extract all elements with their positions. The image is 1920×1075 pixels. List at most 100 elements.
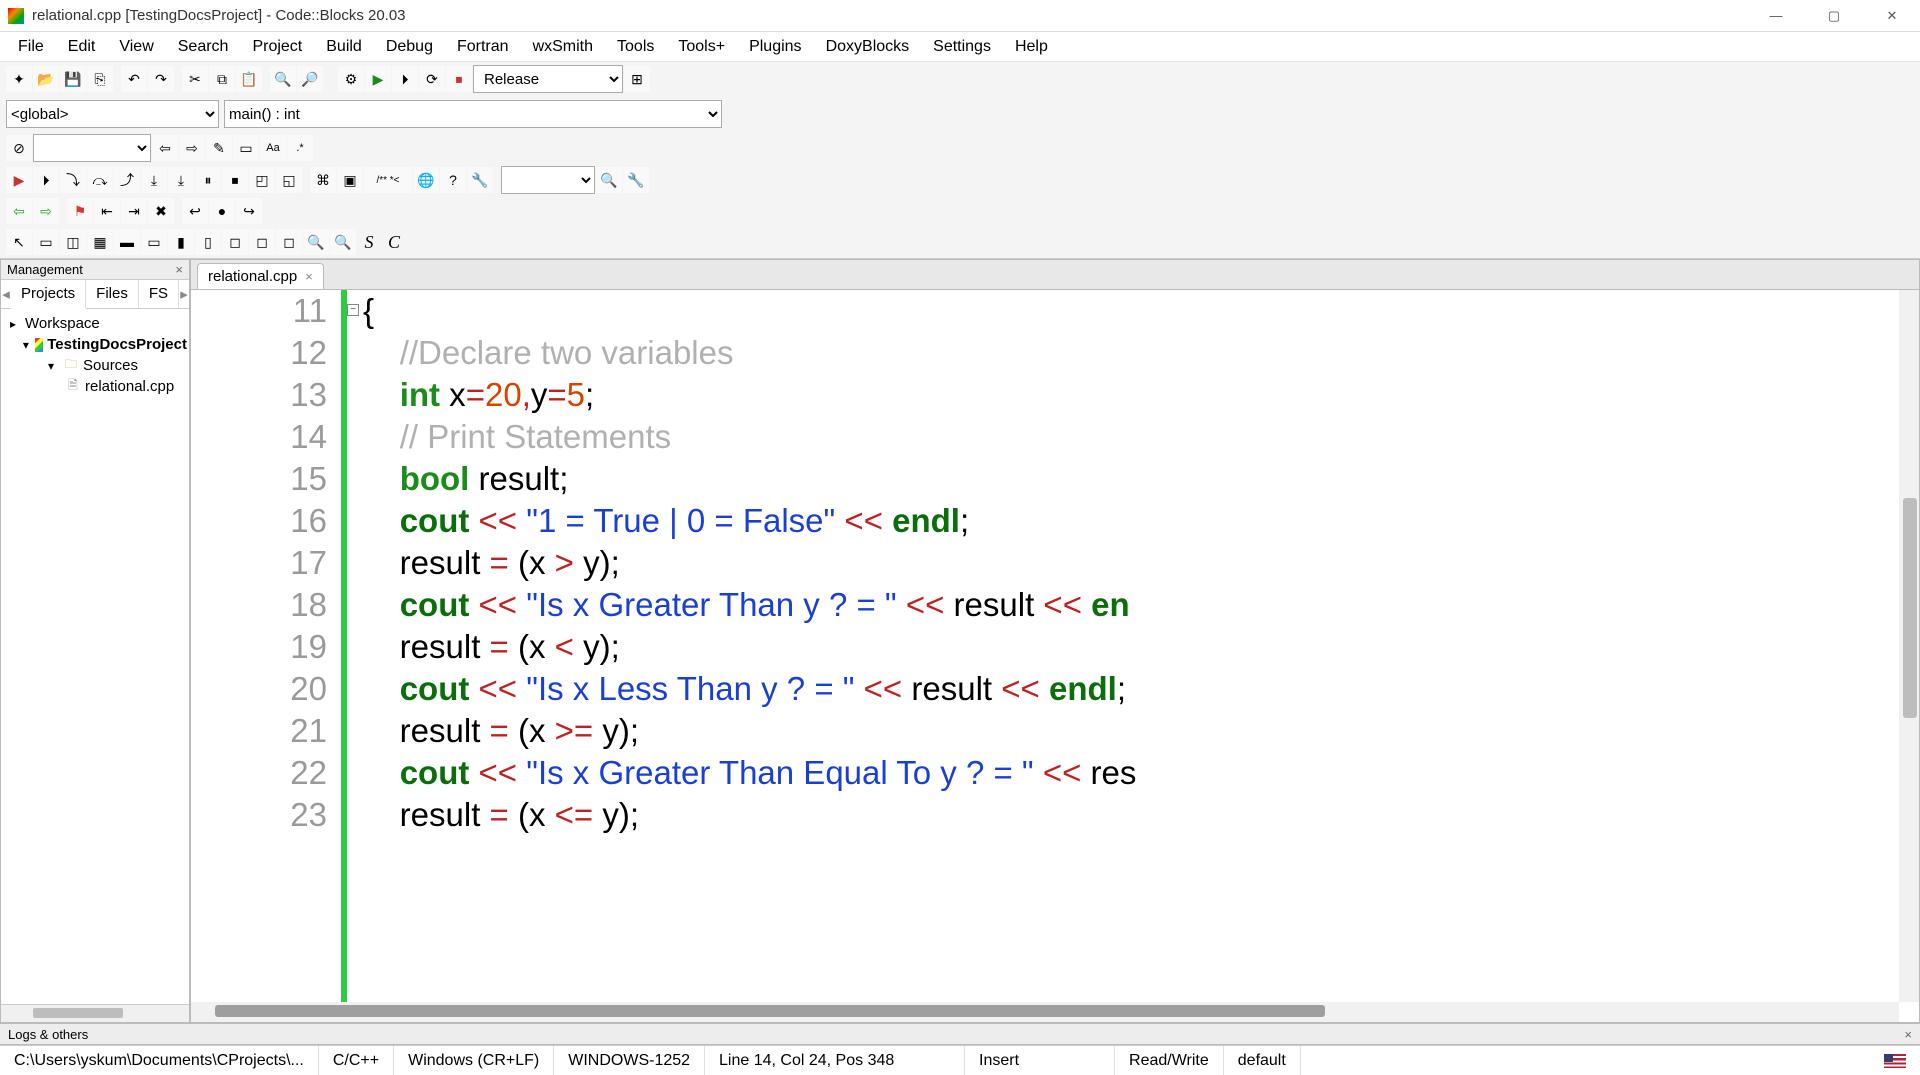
redo-button[interactable]: ↷ — [148, 66, 174, 92]
management-close-icon[interactable]: × — [175, 262, 183, 277]
menu-view[interactable]: View — [107, 35, 165, 59]
tree-workspace[interactable]: ▸ Workspace — [3, 313, 187, 334]
build-button[interactable]: ⚙ — [338, 66, 364, 92]
build-target-select[interactable]: Release — [473, 65, 623, 93]
code-letter-icon[interactable]: C — [382, 230, 406, 254]
menu-edit[interactable]: Edit — [56, 35, 108, 59]
stop-debug-button[interactable]: ⏹ — [222, 167, 248, 193]
menu-project[interactable]: Project — [240, 35, 314, 59]
save-button[interactable]: 💾 — [60, 66, 86, 92]
logs-panel-header[interactable]: Logs & others × — [0, 1023, 1920, 1045]
browse-back-button[interactable]: ↩ — [182, 198, 208, 224]
menu-search[interactable]: Search — [166, 35, 241, 59]
scope-select[interactable]: <global> — [6, 100, 219, 128]
sizer-3-button[interactable]: ▮ — [168, 229, 194, 255]
doxy-help-button[interactable]: ? — [440, 167, 466, 193]
horizontal-scrollbar[interactable] — [191, 1002, 1899, 1022]
run-button[interactable]: ▶ — [365, 66, 391, 92]
mgmt-hscrollbar[interactable] — [1, 1004, 189, 1022]
menu-wxsmith[interactable]: wxSmith — [521, 35, 605, 59]
select-mode-button[interactable]: ▭ — [233, 135, 259, 161]
sizer-2-button[interactable]: ▭ — [141, 229, 167, 255]
clear-search-button[interactable]: ⊘ — [6, 135, 32, 161]
replace-button[interactable]: 🔎 — [297, 66, 323, 92]
sizer-1-button[interactable]: ▬ — [114, 229, 140, 255]
highlight-button[interactable]: ✎ — [206, 135, 232, 161]
regex-button[interactable]: .* — [287, 135, 313, 161]
step-into-button[interactable]: ⤵ — [60, 167, 86, 193]
source-letter-icon[interactable]: S — [357, 230, 381, 254]
mgmt-tab-scroll-left[interactable]: ◂ — [1, 280, 11, 308]
ctrl-3-button[interactable]: ◻ — [276, 229, 302, 255]
logs-close-icon[interactable]: × — [1904, 1027, 1912, 1042]
code-editor[interactable]: 11121314151617181920212223 − { //Declare… — [191, 290, 1919, 1022]
menu-fortran[interactable]: Fortran — [445, 35, 521, 59]
menu-help[interactable]: Help — [1003, 35, 1060, 59]
run-to-cursor-button[interactable]: ⏵ — [33, 167, 59, 193]
paste-button[interactable]: 📋 — [236, 66, 262, 92]
tree-sources-folder[interactable]: ▾ 🗀 Sources — [3, 355, 187, 376]
box-tool-button[interactable]: ▭ — [33, 229, 59, 255]
pointer-tool-button[interactable]: ↖ — [6, 229, 32, 255]
open-button[interactable]: 📂 — [33, 66, 59, 92]
step-instr-button[interactable]: ⤓ — [168, 167, 194, 193]
menu-doxyblocks[interactable]: DoxyBlocks — [814, 35, 922, 59]
code-body[interactable]: { //Declare two variables int x=20,y=5; … — [363, 290, 1919, 1022]
bookmark-next-button[interactable]: ⇥ — [121, 198, 147, 224]
doxy-config-button[interactable]: 🔧 — [467, 167, 493, 193]
doxy-comment-button[interactable]: /** *< — [364, 167, 412, 193]
save-all-button[interactable]: ⎘ — [87, 66, 113, 92]
close-tab-icon[interactable]: × — [305, 269, 313, 284]
abort-button[interactable]: ⏹ — [446, 66, 472, 92]
ctrl-1-button[interactable]: ◻ — [222, 229, 248, 255]
undo-button[interactable]: ↶ — [121, 66, 147, 92]
step-over-button[interactable]: ⤼ — [87, 167, 113, 193]
rebuild-button[interactable]: ⟳ — [419, 66, 445, 92]
doxy-html-button[interactable]: 🌐 — [413, 167, 439, 193]
zoom-out-button[interactable]: 🔍 — [330, 229, 356, 255]
step-out-button[interactable]: ⤴ — [114, 167, 140, 193]
menu-tools[interactable]: Tools — [605, 35, 666, 59]
menu-build[interactable]: Build — [314, 35, 374, 59]
info-windows-button[interactable]: ◱ — [276, 167, 302, 193]
menu-debug[interactable]: Debug — [374, 35, 445, 59]
tree-project[interactable]: ▾ TestingDocsProject — [3, 334, 187, 355]
menu-file[interactable]: File — [6, 35, 56, 59]
bookmark-prev-button[interactable]: ⇤ — [94, 198, 120, 224]
menu-plugins[interactable]: Plugins — [737, 35, 813, 59]
minimize-button[interactable]: — — [1756, 4, 1796, 28]
find-button[interactable]: 🔍 — [270, 66, 296, 92]
jump-back-button[interactable]: ⇦ — [6, 198, 32, 224]
build-run-button[interactable]: ⏵ — [392, 66, 418, 92]
debug-start-button[interactable]: ▶ — [6, 167, 32, 193]
menu-toolsplus[interactable]: Tools+ — [666, 35, 737, 59]
bookmark-clear-button[interactable]: ✖ — [148, 198, 174, 224]
fold-toggle-icon[interactable]: − — [347, 304, 359, 316]
tree-file-relational[interactable]: 🗎 relational.cpp — [3, 376, 187, 397]
close-button[interactable]: ✕ — [1872, 4, 1912, 28]
mgmt-tab-scroll-right[interactable]: ▸ — [179, 280, 189, 308]
break-button[interactable]: ⏸ — [195, 167, 221, 193]
tab-fsymbols[interactable]: FS — [139, 280, 179, 308]
search-prev-button[interactable]: ⇦ — [152, 135, 178, 161]
match-case-button[interactable]: Aa — [260, 135, 286, 161]
status-locale-flag[interactable] — [1870, 1054, 1920, 1068]
record-button[interactable]: ● — [209, 198, 235, 224]
jump-fwd-button[interactable]: ⇨ — [33, 198, 59, 224]
options-button[interactable]: 🔧 — [623, 167, 649, 193]
splitv-tool-button[interactable]: ◫ — [60, 229, 86, 255]
doxy-wizard-button[interactable]: ⌘ — [310, 167, 336, 193]
tab-files[interactable]: Files — [86, 280, 139, 308]
bookmark-toggle-button[interactable]: ⚑ — [67, 198, 93, 224]
doxy-extract-button[interactable]: ▣ — [337, 167, 363, 193]
cut-button[interactable]: ✂ — [182, 66, 208, 92]
maximize-button[interactable]: ▢ — [1814, 4, 1854, 28]
function-select[interactable]: main() : int — [224, 100, 722, 128]
zoom-in-button[interactable]: 🔍 — [303, 229, 329, 255]
tab-projects[interactable]: Projects — [11, 280, 86, 309]
grid-tool-button[interactable]: ▦ — [87, 229, 113, 255]
file-tab-relational[interactable]: relational.cpp × — [197, 263, 324, 289]
search-next-button[interactable]: ⇨ — [179, 135, 205, 161]
vertical-scrollbar[interactable] — [1899, 290, 1919, 1002]
zoom-find-button[interactable]: 🔍 — [596, 167, 622, 193]
